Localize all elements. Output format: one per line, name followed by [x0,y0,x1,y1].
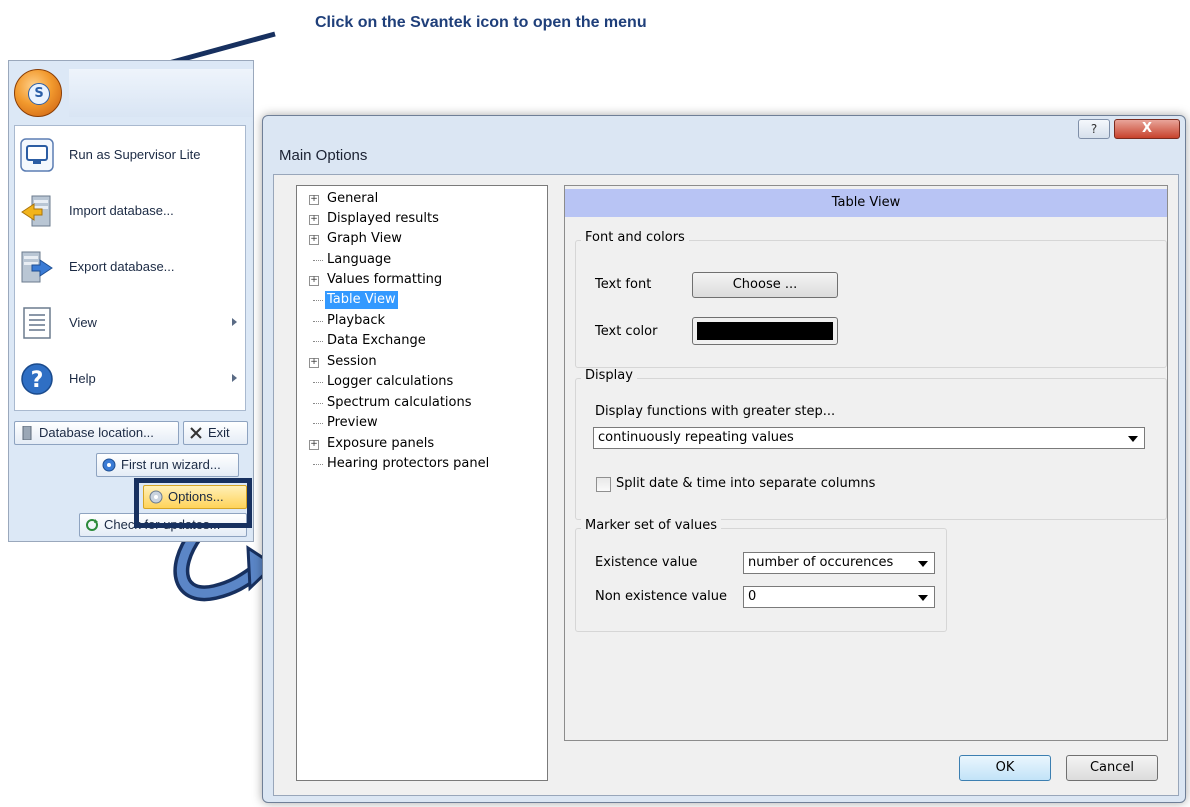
font-colors-group [575,240,1167,368]
text-color-label: Text color [595,324,658,339]
non-existence-value-value: 0 [748,589,757,604]
tree-item-label: Values formatting [327,272,443,287]
existence-value-label: Existence value [595,555,698,570]
cancel-button[interactable]: Cancel [1066,755,1158,781]
split-date-time-label: Split date & time into separate columns [616,476,876,491]
tree-item-label: Playback [327,313,386,328]
tree-connector [313,464,323,465]
database-location-button[interactable]: Database location... [14,421,179,445]
marker-set-group-title: Marker set of values [581,518,722,533]
dialog-client-area: + General + Displayed results + Graph Vi… [273,174,1179,796]
tree-item-label: Hearing protectors panel [327,456,490,471]
exit-button[interactable]: Exit [183,421,248,445]
close-icon [190,427,202,439]
tree-item-label: Preview [327,415,378,430]
tree-connector [313,321,323,322]
tree-item-label: Exposure panels [327,436,435,451]
existence-value-select[interactable]: number of occurences [743,552,935,574]
non-existence-value-label: Non existence value [595,589,728,604]
chevron-down-icon [918,595,928,601]
menu-item-label: View [69,315,97,330]
expand-icon[interactable]: + [309,215,319,225]
ok-button[interactable]: OK [959,755,1051,781]
database-location-label: Database location... [39,425,154,440]
submenu-arrow-icon [232,318,237,326]
help-icon: ? [21,363,53,395]
database-icon [22,426,32,440]
tree-item-label: General [327,191,379,206]
tree-connector [313,382,323,383]
document-icon [23,307,51,339]
tree-item-label-selected: Table View [325,291,398,309]
exit-label: Exit [208,425,230,440]
tree-connector [313,403,323,404]
chevron-down-icon [1128,436,1138,442]
display-group [575,378,1167,520]
tree-item-label: Displayed results [327,211,439,226]
text-font-label: Text font [595,277,652,292]
menu-item-run-supervisor-lite[interactable]: Run as Supervisor Lite [15,130,245,180]
menu-header-strip [69,69,253,117]
dialog-title: Main Options [279,147,368,164]
menu-item-export-database[interactable]: Export database... [15,242,245,292]
text-color-button[interactable] [692,317,838,345]
tree-connector [313,341,323,342]
curved-arrow-icon [173,526,277,602]
menu-item-label: Import database... [69,203,174,218]
display-functions-value: continuously repeating values [598,430,794,445]
menu-list: Run as Supervisor Lite Import database..… [14,125,246,411]
panel-header: Table View [565,189,1167,217]
expand-icon[interactable]: + [309,358,319,368]
menu-item-import-database[interactable]: Import database... [15,186,245,236]
tree-item-label: Language [327,252,392,267]
tree-item-label: Session [327,354,377,369]
display-group-title: Display [581,368,637,383]
menu-item-view[interactable]: View [15,298,245,348]
tree-connector [313,300,323,301]
split-date-time-checkbox[interactable] [596,477,611,492]
tree-item-label: Data Exchange [327,333,426,348]
menu-item-label: Help [69,371,96,386]
svantek-logo-icon: S [28,83,50,105]
main-options-dialog: Main Options ? X + General + Displayed r… [262,115,1186,803]
tree-item-label: Graph View [327,231,402,246]
svg-text:?: ? [31,368,44,393]
marker-set-group [575,528,947,632]
menu-item-help[interactable]: ? Help [15,354,245,404]
refresh-icon [86,519,98,531]
first-run-wizard-button[interactable]: First run wizard... [96,453,239,477]
import-database-icon [21,195,51,227]
chevron-down-icon [918,561,928,567]
tree-item-label: Logger calculations [327,374,454,389]
text-color-swatch [697,322,833,340]
expand-icon[interactable]: + [309,195,319,205]
tree-item-label: Spectrum calculations [327,395,472,410]
export-database-icon [21,251,53,283]
font-colors-group-title: Font and colors [581,230,689,245]
display-functions-select[interactable]: continuously repeating values [593,427,1145,449]
expand-icon[interactable]: + [309,276,319,286]
first-run-wizard-label: First run wizard... [121,457,221,472]
application-menu: S Run as Supervisor Lite Import database… [8,60,254,542]
options-highlight-frame [134,478,252,528]
monitor-icon [20,138,54,172]
gear-icon [102,458,116,472]
submenu-arrow-icon [232,374,237,382]
expand-icon[interactable]: + [309,440,319,450]
tree-connector [313,423,323,424]
choose-font-button[interactable]: Choose ... [692,272,838,298]
expand-icon[interactable]: + [309,235,319,245]
help-button[interactable]: ? [1078,119,1110,139]
menu-item-label: Export database... [69,259,175,274]
display-functions-label: Display functions with greater step... [595,404,836,419]
options-tree[interactable]: + General + Displayed results + Graph Vi… [296,185,548,781]
menu-item-label: Run as Supervisor Lite [69,147,201,162]
close-button[interactable]: X [1114,119,1180,139]
table-view-panel: Table View Font and colors Text font Cho… [564,185,1168,741]
tree-connector [313,260,323,261]
existence-value-value: number of occurences [748,555,894,570]
non-existence-value-select[interactable]: 0 [743,586,935,608]
svantek-orb-button[interactable]: S [14,69,62,117]
